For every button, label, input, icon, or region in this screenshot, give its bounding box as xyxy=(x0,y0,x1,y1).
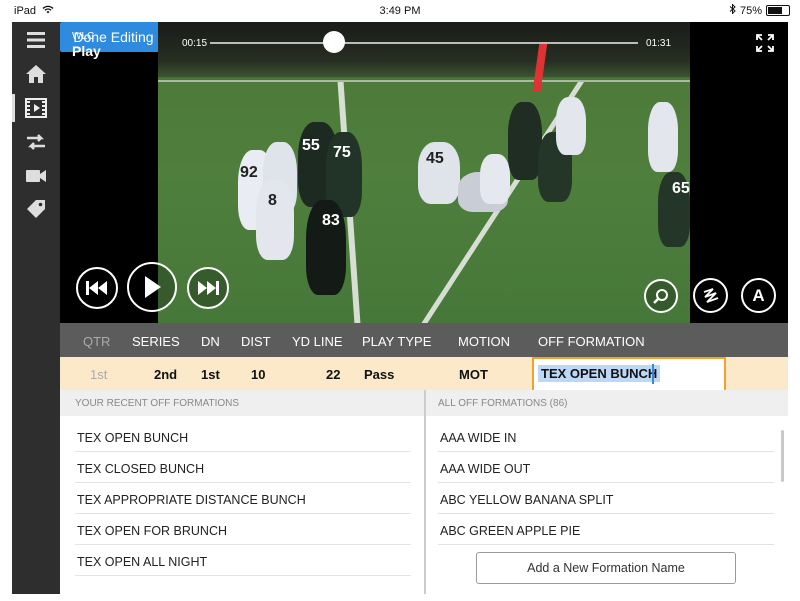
jersey-number: 55 xyxy=(302,137,320,154)
column-header-qtr[interactable]: QTR xyxy=(83,334,110,349)
jersey-number: 92 xyxy=(240,164,258,181)
list-item-label: AAA WIDE IN xyxy=(440,431,517,445)
column-header-off-formation[interactable]: OFF FORMATION xyxy=(538,334,645,349)
column-header-play-type[interactable]: PLAY TYPE xyxy=(362,334,431,349)
play-fields-header: QTR SERIES DN DIST YD LINE PLAY TYPE MOT… xyxy=(60,323,788,357)
sidebar-item-film[interactable] xyxy=(12,92,60,124)
list-item-label: ABC YELLOW BANANA SPLIT xyxy=(440,493,614,507)
status-right: 75% xyxy=(729,3,790,17)
skip-forward-icon xyxy=(198,281,219,295)
sidebar-item-swap[interactable] xyxy=(12,126,60,158)
battery-icon xyxy=(766,5,790,16)
play-button[interactable] xyxy=(127,262,177,312)
status-bar: iPad 3:49 PM 75% xyxy=(0,0,800,22)
cell-qtr[interactable]: 1st xyxy=(90,367,107,382)
list-item[interactable]: TEX OPEN FOR BRUNCH xyxy=(75,514,411,545)
list-item[interactable]: AAA WIDE OUT xyxy=(438,452,774,483)
column-header-series[interactable]: SERIES xyxy=(132,334,180,349)
fullscreen-button[interactable] xyxy=(756,34,774,52)
play-icon xyxy=(145,276,161,298)
sidebar-item-tags[interactable] xyxy=(12,194,60,226)
scribble-icon xyxy=(703,287,718,303)
jersey-number: 45 xyxy=(426,150,444,167)
list-item[interactable]: TEX OPEN BUNCH xyxy=(75,421,411,452)
jersey-number: 65 xyxy=(672,180,690,197)
list-item-label: TEX CLOSED BUNCH xyxy=(77,462,205,476)
recent-formations-panel: YOUR RECENT OFF FORMATIONS TEX OPEN BUNC… xyxy=(60,390,426,594)
column-header-dist[interactable]: DIST xyxy=(241,334,271,349)
zoom-button[interactable] xyxy=(644,279,678,313)
status-time: 3:49 PM xyxy=(379,5,421,17)
swap-icon xyxy=(27,134,45,150)
list-item[interactable]: TEX APPROPRIATE DISTANCE BUNCH xyxy=(75,483,411,514)
cell-motion[interactable]: MOT xyxy=(459,367,488,382)
column-header-motion[interactable]: MOTION xyxy=(458,334,510,349)
fullscreen-icon xyxy=(756,34,774,52)
previous-button[interactable] xyxy=(76,267,118,309)
list-item[interactable]: AAA WIDE IN xyxy=(438,421,774,452)
cell-dn[interactable]: 1st xyxy=(201,367,220,382)
jersey-number: 83 xyxy=(322,212,340,229)
menu-icon xyxy=(27,32,45,48)
list-item[interactable]: TEX CLOSED BUNCH xyxy=(75,452,411,483)
add-formation-button[interactable]: Add a New Formation Name xyxy=(476,552,736,584)
skip-back-icon xyxy=(86,281,107,295)
cell-series[interactable]: 2nd xyxy=(154,367,177,382)
home-icon xyxy=(26,65,46,83)
list-item-label: TEX OPEN FOR BRUNCH xyxy=(77,524,228,538)
tag-icon xyxy=(27,200,45,218)
video-player[interactable]: 55 75 92 8 83 45 65 WLC Play 00:15 01:31… xyxy=(60,22,788,323)
video-frame: 55 75 92 8 83 45 65 xyxy=(158,22,690,323)
duration-time: 01:31 xyxy=(646,38,672,49)
cell-yd-line[interactable]: 22 xyxy=(326,367,340,382)
list-item[interactable]: ABC YELLOW BANANA SPLIT xyxy=(438,483,774,514)
formation-selected-text: TEX OPEN BUNCH xyxy=(538,365,661,382)
sidebar-item-home[interactable] xyxy=(12,58,60,90)
list-item-label: TEX OPEN ALL NIGHT xyxy=(77,555,208,569)
magnifier-icon xyxy=(653,289,668,304)
video-title: Play xyxy=(72,43,101,59)
scrollbar[interactable] xyxy=(781,430,784,482)
elapsed-time: 00:15 xyxy=(182,38,208,49)
jersey-number: 8 xyxy=(268,192,277,209)
list-item-label: ABC GREEN APPLE PIE xyxy=(440,524,581,538)
scrub-bar[interactable] xyxy=(210,42,638,44)
play-data-row: 1st 2nd 1st 10 22 Pass MOT TEX OPEN BUNC… xyxy=(60,357,788,392)
recent-formations-title: YOUR RECENT OFF FORMATIONS xyxy=(75,398,240,409)
team-label: WLC xyxy=(72,31,95,42)
off-formation-input[interactable]: TEX OPEN BUNCH xyxy=(532,357,726,392)
column-header-dn[interactable]: DN xyxy=(201,334,220,349)
film-icon xyxy=(25,98,47,118)
video-camera-icon xyxy=(26,170,46,182)
bluetooth-icon xyxy=(729,3,736,17)
column-header-yd-line[interactable]: YD LINE xyxy=(292,334,343,349)
sidebar-item-menu[interactable] xyxy=(12,24,60,56)
recent-formations-header: YOUR RECENT OFF FORMATIONS xyxy=(60,390,424,416)
annotate-text-button[interactable]: A xyxy=(741,278,776,313)
sidebar xyxy=(12,22,60,594)
text-caret xyxy=(652,364,654,384)
list-item[interactable]: ABC GREEN APPLE PIE xyxy=(438,514,774,545)
next-button[interactable] xyxy=(187,267,229,309)
all-formations-title: ALL OFF FORMATIONS (86) xyxy=(438,398,568,409)
scrub-thumb[interactable] xyxy=(323,31,346,53)
jersey-number: 75 xyxy=(333,144,351,161)
sidebar-item-video[interactable] xyxy=(12,160,60,192)
battery-percent: 75% xyxy=(739,4,762,17)
list-item-label: AAA WIDE OUT xyxy=(440,462,531,476)
cell-play-type[interactable]: Pass xyxy=(364,367,394,382)
cell-dist[interactable]: 10 xyxy=(251,367,265,382)
draw-button[interactable] xyxy=(693,278,728,313)
list-item-label: TEX APPROPRIATE DISTANCE BUNCH xyxy=(77,493,306,507)
list-item-label: TEX OPEN BUNCH xyxy=(77,431,189,445)
list-item[interactable]: TEX OPEN ALL NIGHT xyxy=(75,545,411,576)
all-formations-header: ALL OFF FORMATIONS (86) xyxy=(426,390,788,416)
all-formations-panel: ALL OFF FORMATIONS (86) AAA WIDE IN AAA … xyxy=(426,390,788,594)
